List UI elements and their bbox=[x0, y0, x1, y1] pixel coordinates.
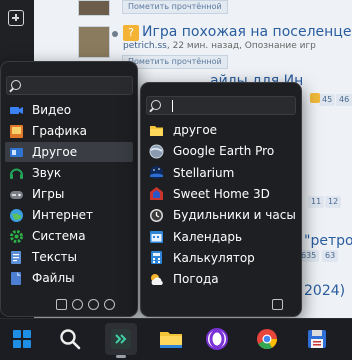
opera-icon[interactable] bbox=[201, 323, 233, 355]
category-item[interactable]: Графика bbox=[5, 121, 133, 141]
app-item[interactable]: Stellarium bbox=[145, 163, 297, 183]
app-list-panel: другое Google Earth Pro Stellarium Sweet Ho… bbox=[140, 82, 302, 317]
category-footer-toolbar bbox=[56, 299, 115, 310]
topic-meta-text: , 22 мин. назад, Опознание игр bbox=[166, 41, 316, 51]
gear-icon[interactable] bbox=[88, 299, 99, 310]
search-icon bbox=[151, 100, 161, 110]
app-search-input[interactable] bbox=[146, 96, 296, 115]
texts-icon bbox=[9, 250, 24, 265]
category-item[interactable]: Игры bbox=[5, 184, 133, 204]
sound-icon bbox=[9, 166, 24, 181]
page-chip[interactable]: 45 bbox=[319, 94, 336, 106]
graphics-icon bbox=[9, 124, 24, 139]
calendar-icon bbox=[149, 229, 164, 244]
app-item[interactable]: Календарь bbox=[145, 227, 297, 247]
app-item-label: Будильники и часы bbox=[173, 208, 296, 223]
save-app-icon[interactable] bbox=[301, 323, 333, 355]
page-chip[interactable]: 46 bbox=[336, 94, 352, 106]
category-item[interactable]: Система bbox=[5, 226, 133, 246]
calculator-icon bbox=[149, 250, 164, 265]
partial-topic-link[interactable]: "ретрок bbox=[304, 233, 352, 249]
category-item-label: Игры bbox=[32, 187, 65, 201]
folder-icon bbox=[149, 123, 164, 138]
app-item[interactable]: Погода bbox=[145, 269, 297, 289]
app-item[interactable]: другое bbox=[145, 120, 297, 140]
category-item[interactable]: Звук bbox=[5, 163, 133, 183]
search-icon[interactable] bbox=[54, 323, 86, 355]
category-search-input[interactable] bbox=[6, 76, 133, 95]
app-item[interactable]: Sweet Home 3D bbox=[145, 184, 297, 204]
games-icon bbox=[9, 187, 24, 202]
app-item-label: Калькулятор bbox=[173, 250, 255, 265]
chrome-icon[interactable] bbox=[251, 323, 283, 355]
search-icon bbox=[11, 80, 21, 90]
sweet-home-3d-icon bbox=[149, 186, 164, 201]
taskbar bbox=[0, 318, 352, 360]
stellarium-icon bbox=[149, 165, 164, 180]
windows-start-icon[interactable] bbox=[6, 323, 38, 355]
active-indicator bbox=[116, 355, 126, 358]
category-item-label: Другое bbox=[32, 145, 78, 159]
alarms-clock-icon bbox=[149, 208, 164, 223]
topic-thumbnail bbox=[78, 0, 110, 16]
lock-icon bbox=[310, 93, 320, 103]
category-item-label: Файлы bbox=[32, 271, 75, 285]
app-item-label: Stellarium bbox=[173, 165, 235, 180]
category-item[interactable]: Тексты bbox=[5, 247, 133, 267]
app-item[interactable]: Будильники и часы bbox=[145, 205, 297, 225]
category-item-label: Видео bbox=[32, 103, 72, 117]
new-tab-icon[interactable] bbox=[8, 10, 24, 26]
refresh-icon[interactable] bbox=[104, 299, 115, 310]
app-item-label: Календарь bbox=[173, 229, 243, 244]
topic-title-link[interactable]: Игра похожая на поселенцев д bbox=[142, 24, 352, 40]
text-caret bbox=[172, 100, 173, 112]
category-menu-panel: Видео Графика Другое Звук Игры Интернет Систем… bbox=[0, 61, 138, 317]
video-icon bbox=[9, 103, 24, 118]
mark-read-button[interactable]: Пометить прочтённой bbox=[122, 0, 228, 14]
system-icon bbox=[9, 229, 24, 244]
file-explorer-icon[interactable] bbox=[155, 323, 187, 355]
app-item-label: Sweet Home 3D bbox=[173, 186, 270, 201]
app-item[interactable]: Калькулятор bbox=[145, 248, 297, 268]
partial-topic-link[interactable]: 2024) bbox=[304, 283, 345, 299]
category-item[interactable]: Файлы bbox=[5, 268, 133, 288]
category-item-label: Интернет bbox=[32, 208, 94, 222]
app-footer-toolbar bbox=[272, 299, 283, 310]
category-item-label: Тексты bbox=[32, 250, 78, 264]
category-item-label: Система bbox=[32, 229, 86, 243]
category-item-label: Звук bbox=[32, 166, 62, 180]
topic-thumbnail bbox=[78, 26, 110, 58]
folder-settings-icon[interactable] bbox=[56, 299, 67, 310]
google-earth-icon bbox=[149, 144, 164, 159]
files-icon bbox=[9, 271, 24, 286]
category-item[interactable]: Видео bbox=[5, 100, 133, 120]
question-badge-icon: ? bbox=[123, 25, 139, 41]
category-item-label: Графика bbox=[32, 124, 87, 138]
app-item[interactable]: Google Earth Pro bbox=[145, 141, 297, 161]
app-item-label: Погода bbox=[173, 272, 219, 287]
mark-read-button[interactable]: Пометить прочтённой bbox=[122, 55, 228, 69]
category-item[interactable]: Другое bbox=[5, 142, 133, 162]
app-item-label: Google Earth Pro bbox=[173, 144, 275, 159]
page-chip[interactable]: 12 bbox=[325, 196, 342, 208]
page-chip[interactable]: 63 bbox=[322, 250, 339, 262]
internet-icon bbox=[9, 208, 24, 223]
topic-meta: petrich.ss, 22 мин. назад, Опознание игр bbox=[123, 41, 316, 51]
other-icon bbox=[9, 145, 24, 160]
weather-icon bbox=[149, 272, 164, 287]
terminal-app-icon[interactable] bbox=[105, 323, 137, 358]
folder-settings-icon[interactable] bbox=[272, 299, 283, 310]
page-chip[interactable]: 11 bbox=[308, 196, 325, 208]
app-item-label: другое bbox=[173, 123, 218, 137]
topic-author-link[interactable]: petrich.ss bbox=[123, 41, 167, 51]
unread-bullet-icon bbox=[112, 31, 118, 37]
category-item[interactable]: Интернет bbox=[5, 205, 133, 225]
pin-icon[interactable] bbox=[72, 299, 83, 310]
